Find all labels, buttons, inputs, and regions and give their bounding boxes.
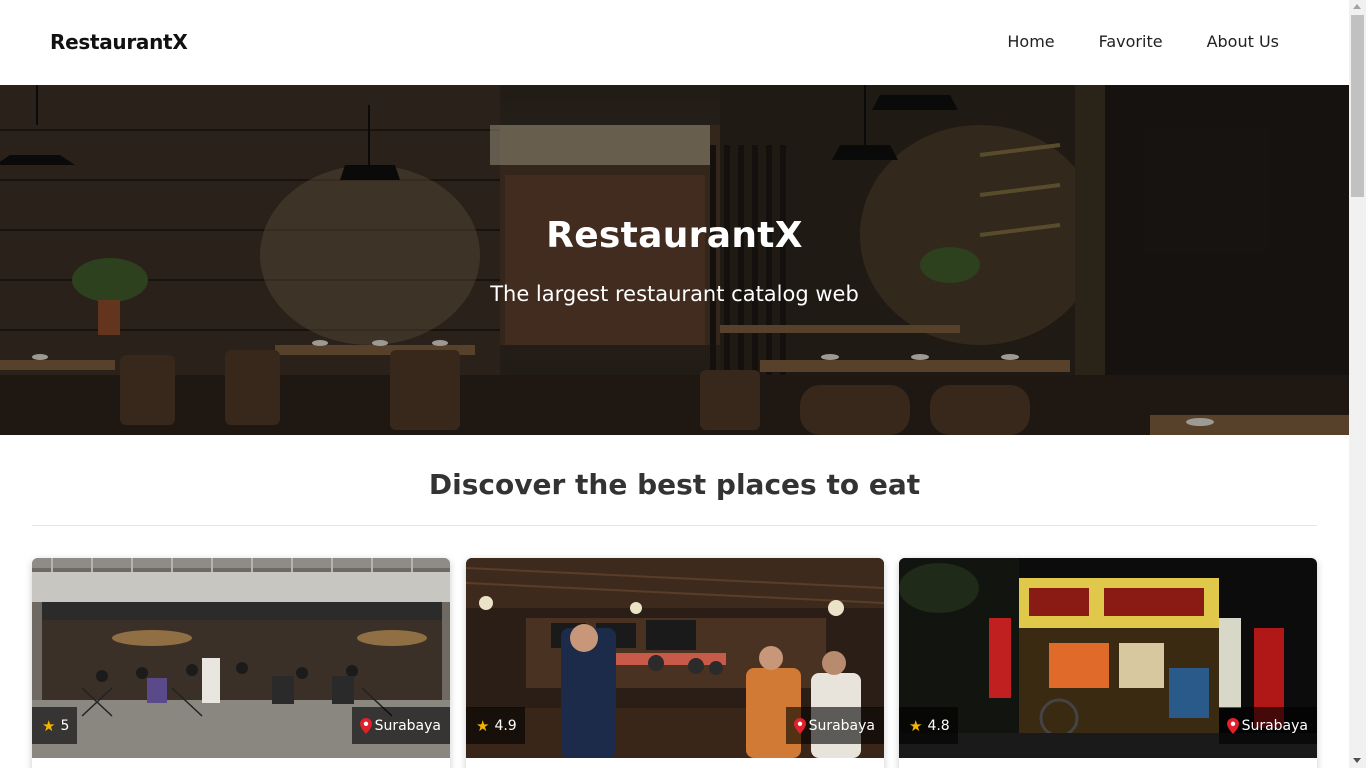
location-pin-icon [793,717,806,734]
scroll-up-arrow-icon[interactable] [1353,4,1361,9]
city-name: Surabaya [1241,717,1308,734]
rating-value: 4.8 [927,717,950,734]
location-badge: Surabaya [1218,707,1317,744]
star-icon: ★ [476,716,490,735]
rating-value: 5 [60,717,70,734]
rating-badge: ★ 4.8 [899,707,958,744]
top-navigation-bar: RestaurantX Home Favorite About Us [0,0,1349,85]
rating-badge: ★ 4.9 [466,707,525,744]
location-pin-icon [1226,717,1239,734]
city-name: Surabaya [374,717,441,734]
brand-logo[interactable]: RestaurantX [50,30,188,54]
restaurant-card[interactable]: ★ 5 Surabaya [32,558,450,768]
star-icon: ★ [909,716,923,735]
location-badge: Surabaya [785,707,884,744]
location-badge: Surabaya [351,707,450,744]
rating-badge: ★ 5 [32,707,78,744]
nav-about-link[interactable]: About Us [1207,32,1279,51]
restaurant-image[interactable]: ★ 4.8 Surabaya [899,558,1317,758]
section-divider [32,525,1317,526]
rating-value: 4.9 [494,717,517,734]
nav-home-link[interactable]: Home [1007,32,1054,51]
restaurant-image[interactable]: ★ 4.9 Surabaya [466,558,884,758]
restaurant-card[interactable]: ★ 4.9 Surabaya [466,558,884,768]
restaurant-image[interactable]: ★ 5 Surabaya [32,558,450,758]
hero-subtitle: The largest restaurant catalog web [490,282,859,306]
hero-banner: RestaurantX The largest restaurant catal… [0,85,1349,435]
scrollbar-thumb[interactable] [1351,15,1364,197]
vertical-scrollbar[interactable] [1349,0,1366,768]
nav-favorite-link[interactable]: Favorite [1099,32,1163,51]
hero-overlay [0,85,1349,435]
location-pin-icon [359,717,372,734]
page: RestaurantX Home Favorite About Us Resta… [0,0,1349,768]
star-icon: ★ [42,716,56,735]
city-name: Surabaya [808,717,875,734]
hero-title: RestaurantX [546,215,803,256]
restaurant-card[interactable]: ★ 4.8 Surabaya [899,558,1317,768]
main-nav: Home Favorite About Us [1007,32,1279,51]
section-title: Discover the best places to eat [428,468,921,501]
scroll-down-arrow-icon[interactable] [1353,758,1361,763]
